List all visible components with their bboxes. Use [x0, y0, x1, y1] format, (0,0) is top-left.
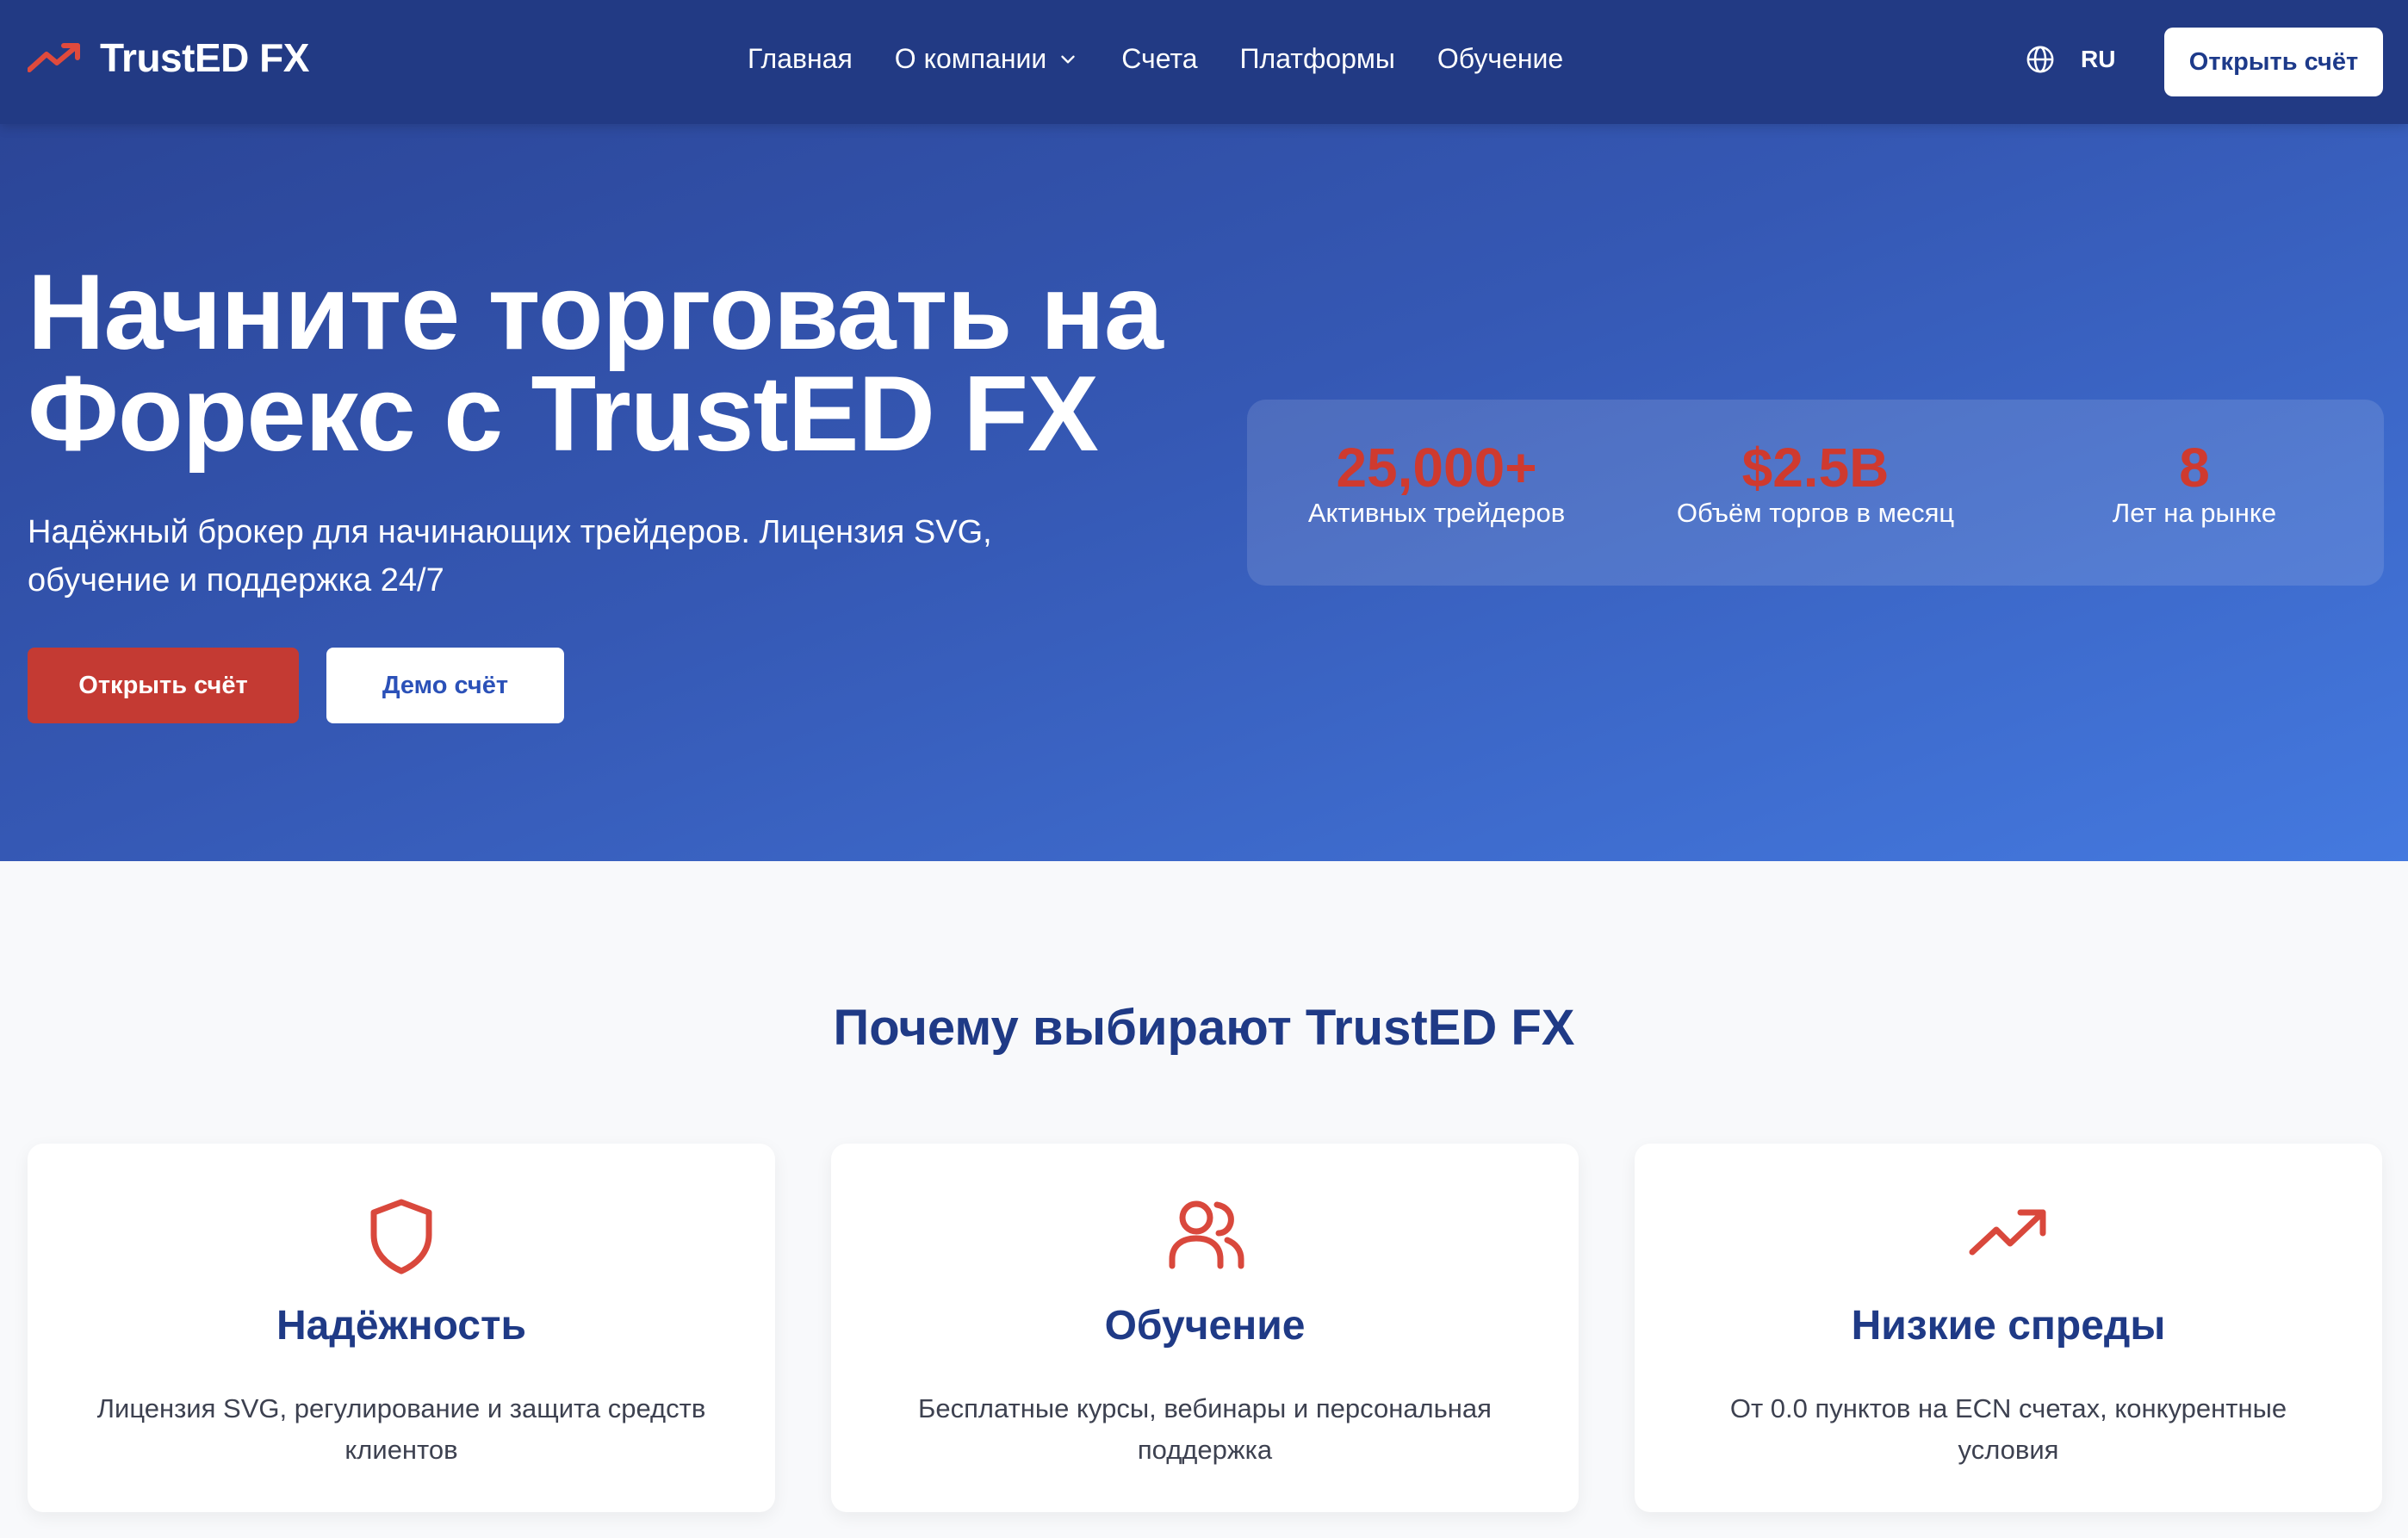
- feature-card-title: Обучение: [1104, 1303, 1306, 1349]
- feature-card-title: Низкие спреды: [1851, 1303, 2166, 1349]
- open-account-button[interactable]: Открыть счёт: [28, 648, 299, 723]
- logo[interactable]: TrustED FX: [28, 34, 309, 81]
- hero-subtitle-line: обучение и поддержка 24/7: [28, 562, 444, 598]
- stat-value: 25,000+: [1336, 437, 1537, 499]
- feature-card-text: Бесплатные курсы, вебинары и персональна…: [874, 1388, 1536, 1471]
- logo-text: TrustED FX: [100, 35, 309, 80]
- nav-item-education[interactable]: Обучение: [1437, 43, 1563, 75]
- open-account-header-button[interactable]: Открыть счёт: [2164, 28, 2383, 96]
- features-title: Почему выбирают TrustED FX: [833, 1000, 1575, 1056]
- language-switcher[interactable]: RU: [2026, 45, 2115, 74]
- feature-card-spreads: Низкие спреды От 0.0 пунктов на ECN счет…: [1635, 1144, 2382, 1512]
- feature-card-text: Лицензия SVG, регулирование и защита сре…: [71, 1388, 732, 1471]
- stat-label: Лет на рынке: [2112, 498, 2277, 528]
- stat-volume: $2.5B Объём торгов в месяц: [1626, 439, 2005, 530]
- stat-value: $2.5B: [1741, 437, 1890, 499]
- language-label: RU: [2081, 46, 2116, 72]
- nav-item-home[interactable]: Главная: [748, 43, 853, 75]
- stat-value: 8: [2179, 437, 2210, 499]
- stat-label: Активных трейдеров: [1307, 498, 1566, 528]
- feature-card-text-line: Лицензия SVG, регулирование и защита сре…: [96, 1393, 706, 1423]
- demo-account-button[interactable]: Демо счёт: [326, 648, 564, 723]
- hero-section: Начните торговать на Форекс с TrustED FX…: [0, 124, 2408, 861]
- feature-card-text-line: поддержка: [1137, 1435, 1273, 1465]
- nav-item-label: О компании: [894, 43, 1047, 74]
- nav-item-label: Главная: [748, 43, 853, 74]
- feature-card-text-line: Бесплатные курсы, вебинары и персональна…: [918, 1393, 1492, 1423]
- stat-traders: 25,000+ Активных трейдеров: [1247, 439, 1626, 530]
- feature-card-text-line: клиентов: [344, 1435, 458, 1465]
- chevron-down-icon: [1061, 55, 1075, 63]
- stat-label: Объём торгов в месяц: [1676, 498, 1955, 528]
- hero-subtitle-line: Надёжный брокер для начинающих трейдеров…: [28, 514, 992, 550]
- main-nav: Главная О компании Счета Платформы Обуче…: [748, 43, 1605, 75]
- users-icon: [1169, 1200, 1244, 1269]
- nav-item-label: Обучение: [1437, 43, 1564, 74]
- feature-card-text-line: условия: [1958, 1435, 2059, 1465]
- nav-item-label: Счета: [1121, 43, 1198, 74]
- feature-card-text-line: От 0.0 пунктов на ECN счетах, конкурентн…: [1729, 1393, 2287, 1423]
- stat-years: 8 Лет на рынке: [2005, 439, 2384, 530]
- trending-up-icon: [1969, 1209, 2046, 1256]
- site-header: TrustED FX Главная О компании Счета Плат…: [0, 0, 2408, 124]
- nav-item-label: Платформы: [1239, 43, 1395, 74]
- feature-card-title: Надёжность: [276, 1303, 526, 1349]
- feature-card-reliability: Надёжность Лицензия SVG, регулирование и…: [28, 1144, 775, 1512]
- globe-icon: [2026, 46, 2054, 73]
- hero-title-line: Форекс с TrustED FX: [28, 355, 1099, 474]
- shield-icon: [370, 1199, 432, 1274]
- nav-item-accounts[interactable]: Счета: [1121, 43, 1197, 75]
- hero-subtitle: Надёжный брокер для начинающих трейдеров…: [28, 508, 1113, 605]
- hero-title: Начните торговать на Форекс с TrustED FX: [28, 259, 1233, 468]
- nav-item-about[interactable]: О компании: [895, 43, 1079, 75]
- feature-card-education: Обучение Бесплатные курсы, вебинары и пе…: [831, 1144, 1579, 1512]
- feature-card-text: От 0.0 пунктов на ECN счетах, конкурентн…: [1678, 1388, 2339, 1471]
- stats-panel: 25,000+ Активных трейдеров $2.5B Объём т…: [1247, 400, 2384, 586]
- nav-item-platforms[interactable]: Платформы: [1240, 43, 1395, 75]
- trending-up-icon: [28, 43, 80, 72]
